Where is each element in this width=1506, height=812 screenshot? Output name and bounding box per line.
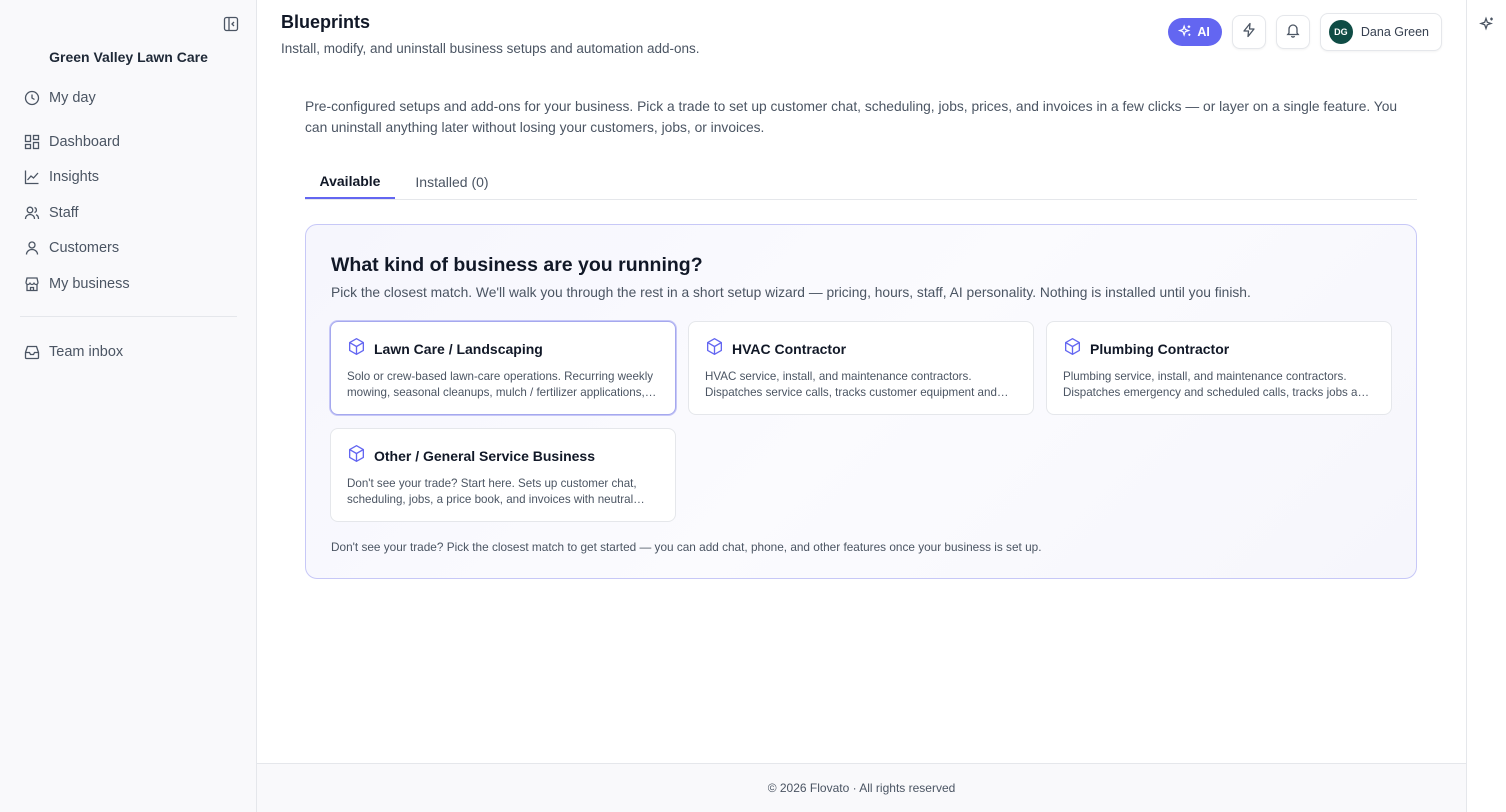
main-content: Blueprints Install, modify, and uninstal… xyxy=(257,0,1466,812)
user-name: Dana Green xyxy=(1360,25,1429,39)
assistant-sparkles-icon[interactable] xyxy=(1479,16,1495,32)
ai-button-label: AI xyxy=(1197,25,1210,39)
sidebar-item-label: Customers xyxy=(49,240,120,256)
sidebar-item-customers[interactable]: Customers xyxy=(24,236,119,260)
tab-available[interactable]: Available xyxy=(305,164,395,199)
business-type-panel: What kind of business are you running? P… xyxy=(305,224,1417,579)
dashboard-icon xyxy=(24,134,40,150)
sidebar-divider xyxy=(20,316,237,317)
users-icon xyxy=(24,205,40,221)
sidebar-collapse-button[interactable] xyxy=(222,16,240,37)
sparkles-icon xyxy=(1178,23,1192,41)
automation-button[interactable] xyxy=(1231,15,1266,49)
sidebar-item-insights[interactable]: Insights xyxy=(24,165,99,189)
sidebar-item-label: Insights xyxy=(49,169,99,185)
page-title: Blueprints xyxy=(281,12,371,32)
sidebar-item-my-business[interactable]: My business xyxy=(24,272,130,296)
sidebar: Green Valley Lawn Care My day Dashboard … xyxy=(0,0,257,812)
sidebar-item-label: Dashboard xyxy=(49,134,120,150)
inbox-icon xyxy=(24,344,40,360)
card-title: Lawn Care / Landscaping xyxy=(374,341,543,357)
card-title: HVAC Contractor xyxy=(732,341,847,357)
lightning-icon xyxy=(1241,22,1257,43)
sidebar-item-team-inbox[interactable]: Team inbox xyxy=(24,340,123,364)
sidebar-item-label: Team inbox xyxy=(49,344,124,360)
avatar: DG xyxy=(1328,20,1353,44)
footer-text: © 2026 Flovato · All rights reserved xyxy=(767,781,956,795)
sidebar-item-label: Staff xyxy=(49,205,79,221)
chart-line-icon xyxy=(24,169,40,185)
bell-icon xyxy=(1285,22,1301,43)
sidebar-item-my-day[interactable]: My day xyxy=(24,86,96,110)
user-icon xyxy=(24,240,40,256)
card-title: Other / General Service Business xyxy=(374,448,595,464)
tab-installed[interactable]: Installed (0) xyxy=(411,164,493,199)
tabs: Available Installed (0) xyxy=(305,164,1417,200)
intro-text: Pre-configured setups and add-ons for yo… xyxy=(305,99,1398,135)
panel-subtitle: Pick the closest match. We'll walk you t… xyxy=(331,285,1251,300)
store-icon xyxy=(24,276,40,292)
card-description: Don't see your trade? Start here. Sets u… xyxy=(347,477,637,506)
blueprint-card-lawn-care[interactable]: Lawn Care / Landscaping Solo or crew-bas… xyxy=(330,321,676,415)
user-menu-button[interactable]: DG Dana Green xyxy=(1319,13,1442,51)
sidebar-item-label: My day xyxy=(49,90,96,106)
blueprint-card-general-service[interactable]: Other / General Service Business Don't s… xyxy=(330,428,676,522)
package-icon xyxy=(705,337,724,361)
blueprint-card-plumbing[interactable]: Plumbing Contractor Plumbing service, in… xyxy=(1046,321,1392,415)
right-rail xyxy=(1466,0,1506,812)
header-actions: AI DG Dana Green xyxy=(1168,13,1442,51)
card-description: HVAC service, install, and maintenance c… xyxy=(705,370,997,399)
package-icon xyxy=(347,444,366,468)
sidebar-collapse-icon xyxy=(223,16,239,37)
business-name: Green Valley Lawn Care xyxy=(49,49,208,65)
footer: © 2026 Flovato · All rights reserved xyxy=(257,763,1466,812)
ai-button[interactable]: AI xyxy=(1168,18,1222,46)
sidebar-item-staff[interactable]: Staff xyxy=(24,201,79,225)
package-icon xyxy=(1063,337,1082,361)
blueprint-card-hvac[interactable]: HVAC Contractor HVAC service, install, a… xyxy=(688,321,1034,415)
panel-footnote: Don't see your trade? Pick the closest m… xyxy=(331,540,1042,554)
sidebar-item-dashboard[interactable]: Dashboard xyxy=(24,130,120,154)
package-icon xyxy=(347,337,366,361)
panel-title: What kind of business are you running? xyxy=(331,254,703,276)
card-title: Plumbing Contractor xyxy=(1090,341,1230,357)
page-subtitle: Install, modify, and uninstall business … xyxy=(281,41,700,56)
notifications-button[interactable] xyxy=(1275,15,1310,49)
card-description: Plumbing service, install, and maintenan… xyxy=(1063,370,1371,399)
sidebar-item-label: My business xyxy=(49,276,130,292)
clock-icon xyxy=(24,90,40,106)
card-description: Solo or crew-based lawn-care operations.… xyxy=(347,370,654,399)
